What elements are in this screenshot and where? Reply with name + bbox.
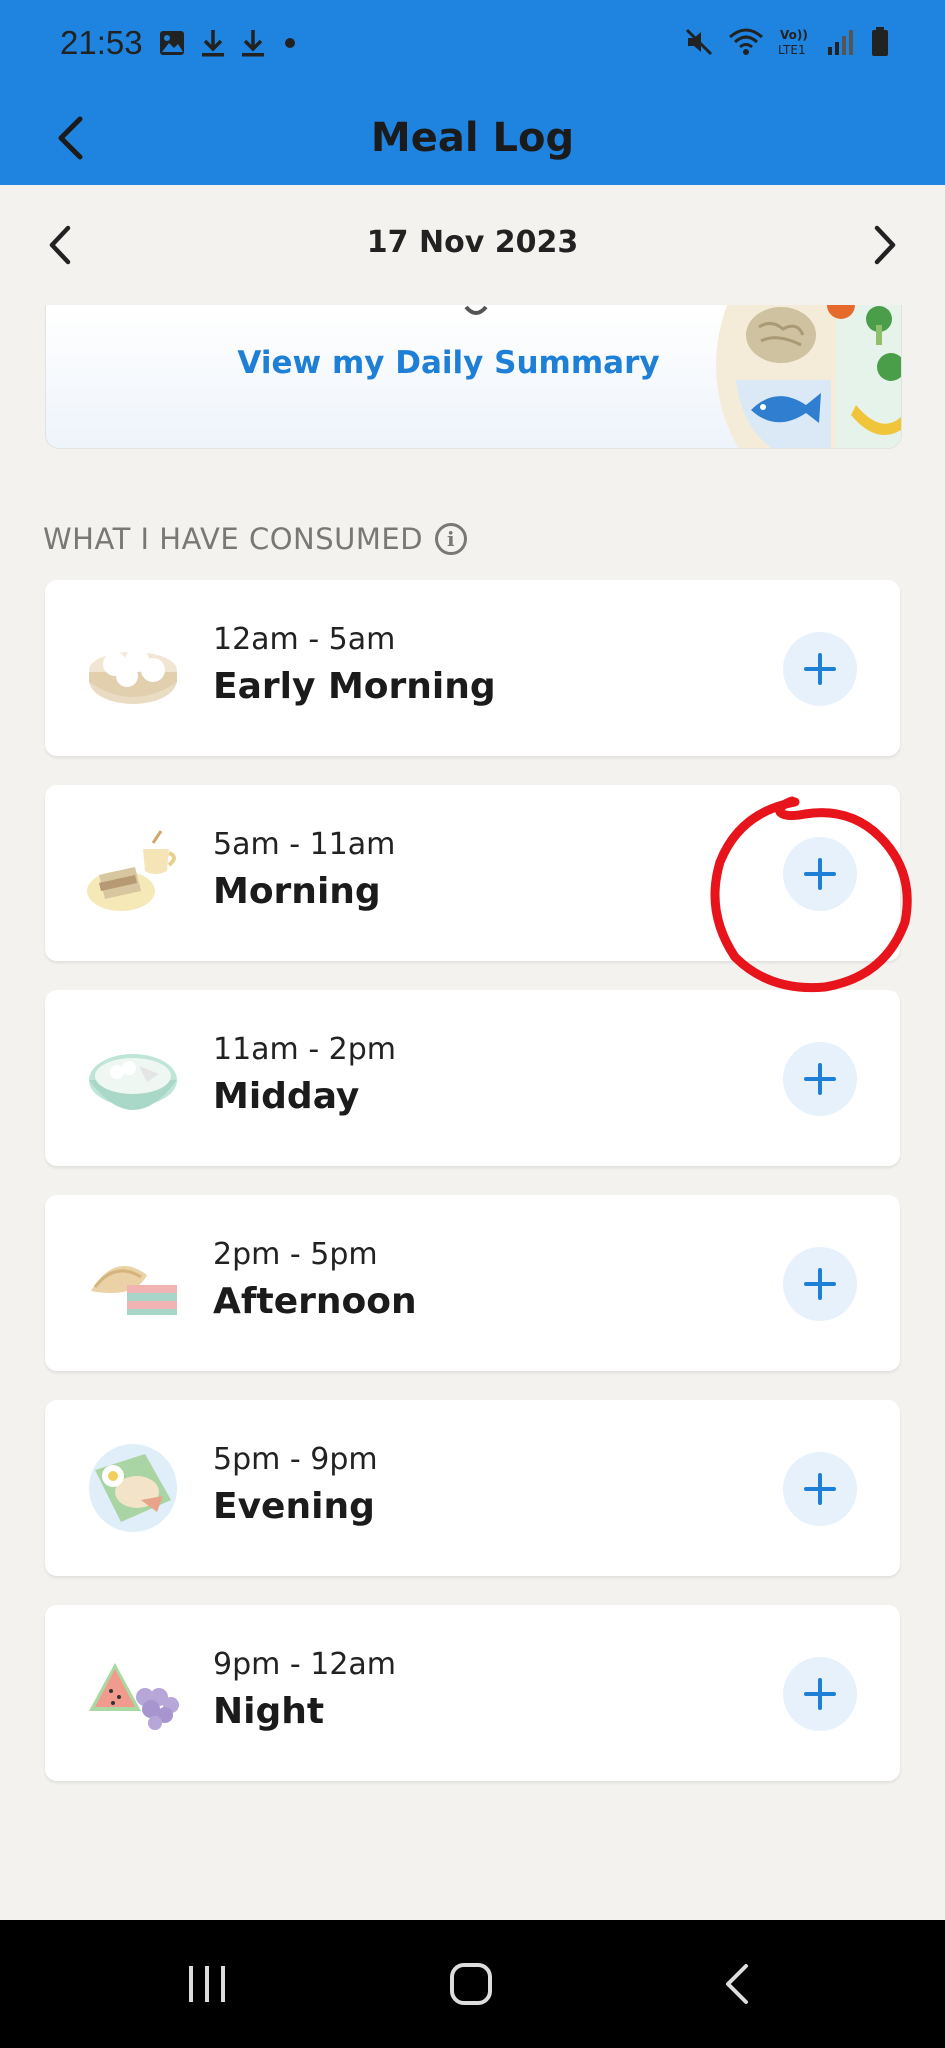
add-meal-button[interactable] [783,1042,857,1116]
meal-card-midday[interactable]: 11am - 2pm Midday [45,990,900,1166]
plus-icon [804,858,836,890]
meal-name: Afternoon [213,1281,417,1322]
back-icon [726,1964,748,2004]
meal-name: Evening [213,1486,375,1527]
food-plate-icon [716,305,901,448]
plus-icon [804,1063,836,1095]
download-icon [242,30,264,57]
section-heading-label: WHAT I HAVE CONSUMED [43,522,424,556]
next-day-button[interactable] [855,215,915,275]
add-meal-button[interactable] [783,1657,857,1731]
date-navigator: 17 Nov 2023 [0,185,945,305]
chevron-right-icon [874,225,896,265]
meal-time-range: 12am - 5am [213,622,396,657]
nasi-lemak-icon [89,1444,177,1532]
wifi-icon [729,28,763,55]
status-time: 21:53 [60,24,143,61]
recent-apps-icon [189,1966,225,2002]
noodle-bowl-icon [89,1054,177,1110]
battery-icon [872,27,888,56]
curry-puff-cake-icon [91,1266,177,1315]
meal-card-night[interactable]: 9pm - 12am Night [45,1605,900,1781]
mute-icon [685,28,713,56]
app-bar: Meal Log [0,90,945,185]
toast-coffee-icon [87,830,176,911]
meal-name: Early Morning [213,666,496,707]
partial-glyph-icon [464,305,488,315]
plus-icon [804,653,836,685]
meal-time-range: 9pm - 12am [213,1647,397,1682]
home-icon [450,1963,492,2005]
volte-icon: Vo))LTE1 [778,28,808,57]
svg-text:LTE1: LTE1 [778,43,806,57]
meal-card-early-morning[interactable]: 12am - 5am Early Morning [45,580,900,756]
signal-icon [828,30,853,55]
info-icon[interactable]: i [435,523,468,555]
recent-apps-button[interactable] [172,1954,242,2014]
watermelon-grapes-icon [89,1663,179,1730]
add-meal-button[interactable] [783,1452,857,1526]
add-meal-button[interactable] [783,837,857,911]
meal-time-range: 5am - 11am [213,827,396,862]
system-back-button[interactable] [702,1954,772,2014]
meal-card-afternoon[interactable]: 2pm - 5pm Afternoon [45,1195,900,1371]
meal-time-range: 11am - 2pm [213,1032,397,1067]
image-icon [160,31,184,55]
status-left-icons [158,28,300,58]
meal-time-range: 5pm - 9pm [213,1442,378,1477]
meal-name: Night [213,1691,325,1732]
daily-summary-card[interactable]: View my Daily Summary [45,305,902,449]
home-button[interactable] [436,1954,506,2014]
add-meal-button[interactable] [783,1247,857,1321]
plus-icon [804,1473,836,1505]
meal-card-evening[interactable]: 5pm - 9pm Evening [45,1400,900,1576]
svg-text:Vo)): Vo)) [780,28,808,42]
current-date: 17 Nov 2023 [366,225,579,260]
page-title: Meal Log [370,115,575,161]
dot-icon [285,38,295,48]
status-bar: 21:53 Vo)) LTE1 [0,0,945,90]
meal-time-range: 2pm - 5pm [213,1237,378,1272]
status-right-icons: Vo)) LTE1 [684,26,890,58]
dumplings-icon [89,648,177,704]
plus-icon [804,1678,836,1710]
meal-name: Morning [213,871,381,912]
system-navigation-bar [0,1920,945,2048]
plus-icon [804,1268,836,1300]
download-icon [202,30,224,57]
add-meal-button[interactable] [783,632,857,706]
meal-card-morning[interactable]: 5am - 11am Morning [45,785,900,961]
section-heading: WHAT I HAVE CONSUMED i [43,522,468,556]
meal-name: Midday [213,1076,360,1117]
